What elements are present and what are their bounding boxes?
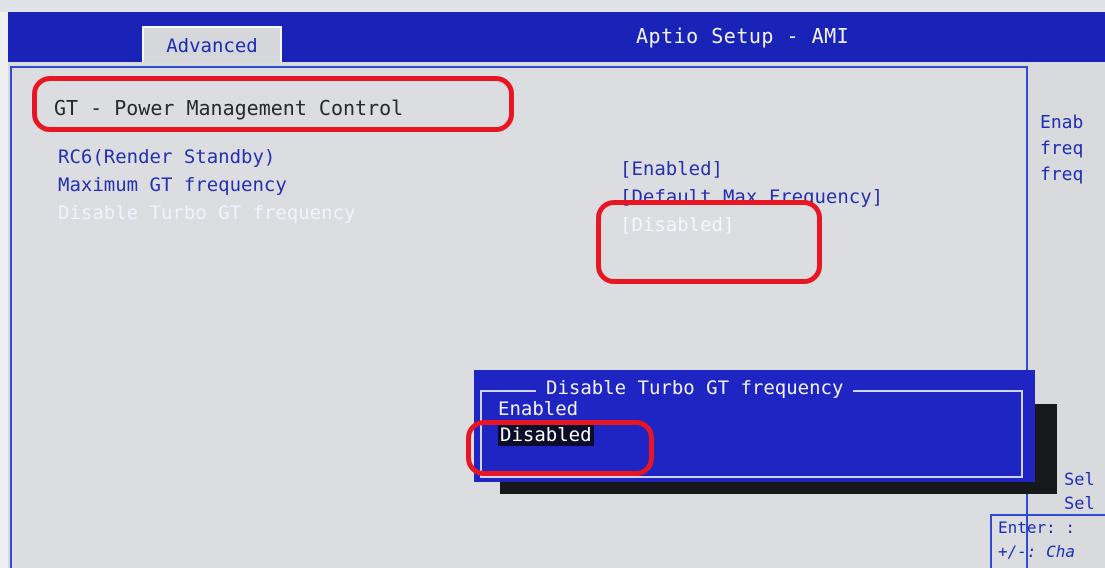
option-disabled[interactable]: Disabled — [498, 424, 594, 446]
help-line: freq — [1040, 164, 1084, 185]
key-help-enter: Enter: : — [998, 518, 1076, 537]
value-disable-turbo-gt-frequency[interactable]: [Disabled] — [620, 214, 734, 236]
key-help-change: +/-: Cha — [998, 542, 1076, 561]
popup-title: Disable Turbo GT frequency — [536, 377, 854, 399]
value-maximum-gt-frequency[interactable]: [Default Max Frequency] — [620, 186, 883, 208]
help-line: freq — [1040, 138, 1084, 159]
option-popup[interactable]: Disable Turbo GT frequency Enabled Disab… — [474, 370, 1035, 482]
bios-screen: Aptio Setup - AMI Advanced Enab freq fre… — [0, 0, 1105, 568]
help-line: Enab — [1040, 112, 1084, 133]
setting-disable-turbo-gt-frequency[interactable]: Disable Turbo GT frequency — [58, 202, 355, 224]
monitor-bezel — [0, 0, 1105, 12]
key-help-select-screen: Sel — [1064, 470, 1095, 490]
tab-advanced[interactable]: Advanced — [142, 26, 282, 62]
app-title: Aptio Setup - AMI — [636, 24, 850, 48]
key-help-select-item: Sel — [1064, 494, 1095, 514]
value-rc6-render-standby[interactable]: [Enabled] — [620, 158, 723, 180]
setting-maximum-gt-frequency[interactable]: Maximum GT frequency — [58, 174, 287, 196]
section-title: GT - Power Management Control — [54, 96, 404, 120]
help-text: Enab freq freq — [1040, 110, 1105, 188]
option-enabled[interactable]: Enabled — [498, 398, 578, 420]
setting-rc6-render-standby[interactable]: RC6(Render Standby) — [58, 146, 275, 168]
